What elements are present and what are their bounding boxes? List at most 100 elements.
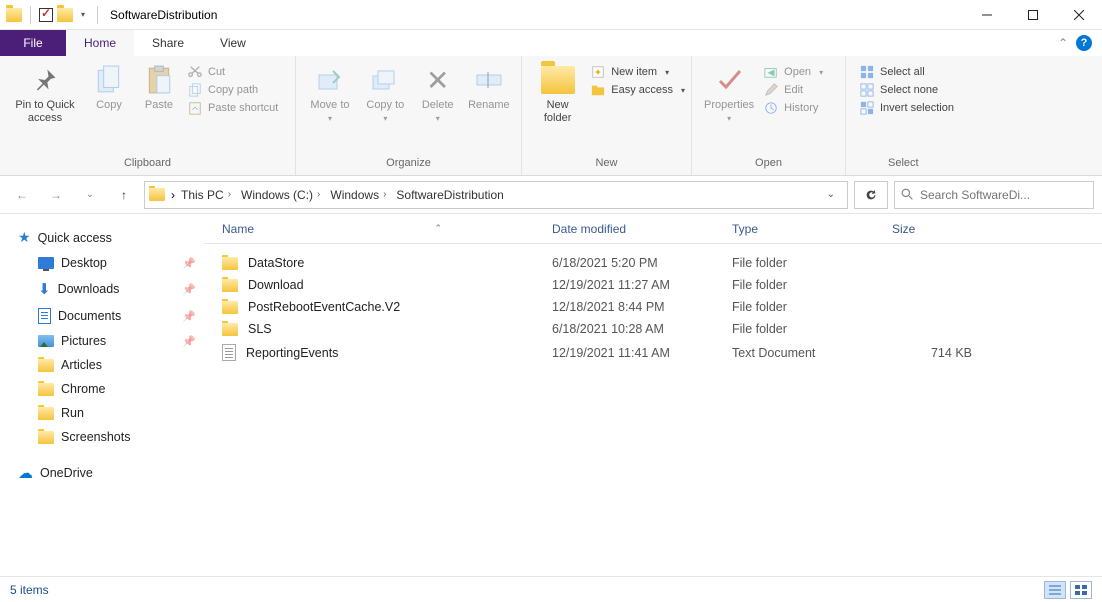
easy-access-icon xyxy=(591,83,605,97)
delete-button[interactable]: ✕ Delete▾ xyxy=(413,59,463,125)
pin-to-quick-access-button[interactable]: Pin to Quick access xyxy=(6,59,84,125)
pin-icon: 📌 xyxy=(182,335,196,348)
new-item-icon: ✦ xyxy=(591,65,605,79)
scissors-icon xyxy=(188,65,202,79)
pictures-icon xyxy=(38,335,54,347)
close-button[interactable] xyxy=(1056,0,1102,30)
file-row[interactable]: PostRebootEventCache.V212/18/2021 8:44 P… xyxy=(204,296,1102,318)
content-area: ★Quick access Desktop📌 ⬇Downloads📌 Docum… xyxy=(0,214,1102,576)
refresh-button[interactable] xyxy=(854,181,888,209)
file-row[interactable]: DataStore6/18/2021 5:20 PMFile folder xyxy=(204,252,1102,274)
file-row[interactable]: Download12/19/2021 11:27 AMFile folder xyxy=(204,274,1102,296)
up-button[interactable]: ↑ xyxy=(110,181,138,209)
navigation-pane[interactable]: ★Quick access Desktop📌 ⬇Downloads📌 Docum… xyxy=(0,214,204,576)
breadcrumb-item[interactable]: Windows› xyxy=(326,188,390,202)
tab-home[interactable]: Home xyxy=(66,30,134,56)
open-button[interactable]: Open▾ xyxy=(764,65,823,79)
nav-chrome[interactable]: Chrome xyxy=(0,377,204,401)
tab-file[interactable]: File xyxy=(0,30,66,56)
title-bar: ▾ SoftwareDistribution xyxy=(0,0,1102,30)
details-view-button[interactable] xyxy=(1044,581,1066,599)
nav-screenshots[interactable]: Screenshots xyxy=(0,425,204,449)
file-name: PostRebootEventCache.V2 xyxy=(248,300,400,314)
open-icon xyxy=(764,65,778,79)
search-icon xyxy=(901,188,914,201)
move-to-button[interactable]: Move to ▾ xyxy=(302,59,358,125)
collapse-ribbon-icon[interactable]: ⌃ xyxy=(1058,36,1068,50)
column-type[interactable]: Type xyxy=(732,222,892,236)
file-date: 12/19/2021 11:27 AM xyxy=(552,278,732,292)
easy-access-button[interactable]: Easy access▾ xyxy=(591,83,685,97)
cut-button[interactable]: Cut xyxy=(188,65,278,79)
help-icon[interactable]: ? xyxy=(1076,35,1092,51)
thumbnails-view-button[interactable] xyxy=(1070,581,1092,599)
breadcrumb[interactable]: › This PC› Windows (C:)› Windows› Softwa… xyxy=(144,181,848,209)
recent-locations-button[interactable]: ⌄ xyxy=(76,181,104,209)
new-folder-button[interactable]: New folder xyxy=(528,59,587,125)
nav-downloads[interactable]: ⬇Downloads📌 xyxy=(0,275,204,303)
nav-quick-access[interactable]: ★Quick access xyxy=(0,224,204,251)
copy-button[interactable]: Copy xyxy=(84,59,134,112)
qat-folder-icon[interactable] xyxy=(57,8,73,22)
search-box[interactable] xyxy=(894,181,1094,209)
file-type: Text Document xyxy=(732,346,892,360)
forward-button[interactable]: → xyxy=(42,181,70,209)
select-all-button[interactable]: Select all xyxy=(860,65,954,79)
paste-shortcut-button[interactable]: Paste shortcut xyxy=(188,101,278,115)
nav-run[interactable]: Run xyxy=(0,401,204,425)
select-all-icon xyxy=(860,65,874,79)
address-bar-row: ← → ⌄ ↑ › This PC› Windows (C:)› Windows… xyxy=(0,176,1102,214)
minimize-button[interactable] xyxy=(964,0,1010,30)
documents-icon xyxy=(38,308,51,324)
maximize-button[interactable] xyxy=(1010,0,1056,30)
file-name: ReportingEvents xyxy=(246,346,338,360)
column-date[interactable]: Date modified xyxy=(552,222,732,236)
chevron-right-icon[interactable]: › xyxy=(171,188,175,202)
nav-documents[interactable]: Documents📌 xyxy=(0,303,204,329)
delete-icon: ✕ xyxy=(426,63,449,97)
nav-pictures[interactable]: Pictures📌 xyxy=(0,329,204,353)
breadcrumb-item[interactable]: SoftwareDistribution xyxy=(392,188,507,202)
copy-path-button[interactable]: Copy path xyxy=(188,83,278,97)
folder-icon xyxy=(38,359,54,372)
file-row[interactable]: SLS6/18/2021 10:28 AMFile folder xyxy=(204,318,1102,340)
new-item-button[interactable]: ✦New item▾ xyxy=(591,65,685,79)
nav-onedrive[interactable]: ☁OneDrive xyxy=(0,459,204,487)
qat-properties-icon[interactable] xyxy=(39,8,53,22)
file-type: File folder xyxy=(732,278,892,292)
select-none-button[interactable]: Select none xyxy=(860,83,954,97)
edit-button[interactable]: Edit xyxy=(764,83,823,97)
breadcrumb-item[interactable]: This PC› xyxy=(177,188,235,202)
qat-dropdown-icon[interactable]: ▾ xyxy=(77,10,89,19)
copy-to-button[interactable]: Copy to ▾ xyxy=(358,59,413,125)
invert-selection-button[interactable]: Invert selection xyxy=(860,101,954,115)
column-size[interactable]: Size xyxy=(892,222,992,236)
folder-icon xyxy=(222,257,238,270)
tab-view[interactable]: View xyxy=(202,30,264,56)
ribbon: Pin to Quick access Copy Paste Cut Copy … xyxy=(0,56,1102,176)
group-label-select: Select xyxy=(846,157,1102,175)
tab-share[interactable]: Share xyxy=(134,30,202,56)
file-row[interactable]: ReportingEvents 12/19/2021 11:41 AMText D… xyxy=(204,340,1102,365)
column-name[interactable]: Name⌃ xyxy=(222,222,552,236)
nav-articles[interactable]: Articles xyxy=(0,353,204,377)
file-name: SLS xyxy=(248,322,272,336)
address-dropdown-icon[interactable]: ⌄ xyxy=(819,189,843,200)
file-date: 12/19/2021 11:41 AM xyxy=(552,346,732,360)
nav-desktop[interactable]: Desktop📌 xyxy=(0,251,204,275)
history-icon xyxy=(764,101,778,115)
rename-button[interactable]: Rename xyxy=(463,59,515,112)
sort-indicator-icon: ⌃ xyxy=(434,223,442,234)
file-type: File folder xyxy=(732,322,892,336)
file-date: 6/18/2021 5:20 PM xyxy=(552,256,732,270)
history-button[interactable]: History xyxy=(764,101,823,115)
pin-icon: 📌 xyxy=(182,310,196,323)
file-type: File folder xyxy=(732,256,892,270)
paste-button[interactable]: Paste xyxy=(134,59,184,112)
breadcrumb-item[interactable]: Windows (C:)› xyxy=(237,188,324,202)
properties-button[interactable]: Properties▾ xyxy=(698,59,760,125)
back-button[interactable]: ← xyxy=(8,181,36,209)
search-input[interactable] xyxy=(920,188,1087,202)
folder-icon xyxy=(222,279,238,292)
group-label-organize: Organize xyxy=(296,157,521,175)
